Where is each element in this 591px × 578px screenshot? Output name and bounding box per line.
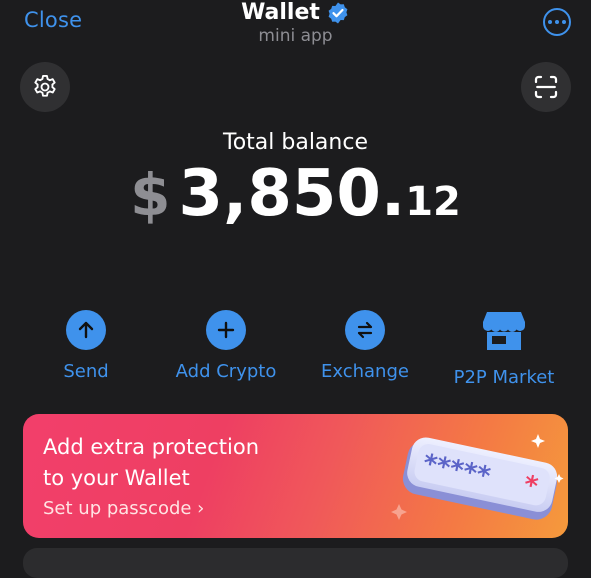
scan-qr-button[interactable] <box>521 62 571 112</box>
promo-title-line: Add extra protection <box>43 435 259 459</box>
sparkle-icon <box>391 504 407 520</box>
next-card[interactable] <box>23 548 568 578</box>
arrow-up-icon <box>78 321 94 339</box>
balance-amount: 3,850. <box>178 157 406 231</box>
passcode-promo-banner[interactable]: Add extra protection to your Wallet Set … <box>23 414 568 538</box>
more-options-button[interactable] <box>543 8 571 36</box>
exchange-label: Exchange <box>321 361 409 382</box>
gear-icon <box>34 74 56 97</box>
scan-qr-icon <box>534 75 558 99</box>
settings-button[interactable] <box>20 62 70 112</box>
exchange-arrows-icon <box>357 321 373 339</box>
verified-badge-icon <box>328 2 348 23</box>
currency-symbol: $ <box>130 161 171 229</box>
add-crypto-icon-circle <box>206 310 246 350</box>
page-title: Wallet <box>241 0 320 25</box>
store-icon <box>483 312 525 350</box>
action-bar: Send Add Crypto Exchange P2P Market <box>0 310 591 390</box>
total-balance: $3,850.12 <box>0 162 591 226</box>
exchange-icon-circle <box>345 310 385 350</box>
more-dot-icon <box>555 20 559 24</box>
set-up-passcode-link[interactable]: Set up passcode › <box>43 498 204 519</box>
p2p-market-button[interactable]: P2P Market <box>446 310 562 388</box>
title-row: Wallet <box>241 0 350 25</box>
exchange-button[interactable]: Exchange <box>312 310 418 382</box>
balance-label: Total balance <box>223 130 368 155</box>
add-crypto-button[interactable]: Add Crypto <box>166 310 286 382</box>
page-subtitle: mini app <box>258 26 333 46</box>
title-block: Wallet mini app <box>0 0 591 46</box>
top-bar: Close Wallet mini app <box>0 0 591 56</box>
promo-title-line: to your Wallet <box>43 466 190 490</box>
p2p-market-label: P2P Market <box>453 367 555 388</box>
send-icon-circle <box>66 310 106 350</box>
plus-icon <box>217 321 235 339</box>
send-button[interactable]: Send <box>56 310 116 382</box>
more-dot-icon <box>548 20 552 24</box>
passcode-illustration: ***** * <box>391 434 564 520</box>
balance-cents: 12 <box>405 179 461 225</box>
more-dot-icon <box>562 20 566 24</box>
sparkle-icon <box>531 434 545 448</box>
send-label: Send <box>63 361 109 382</box>
promo-title: Add extra protection to your Wallet <box>43 432 343 494</box>
add-crypto-label: Add Crypto <box>175 361 277 382</box>
